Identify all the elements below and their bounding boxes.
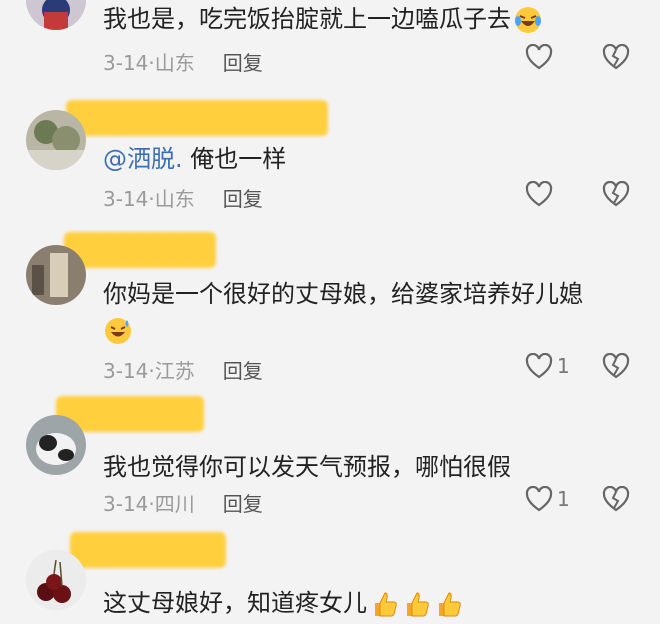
comment-location: 山东 [154,51,195,75]
comment-text: 这丈母娘好，知道疼女儿 [103,586,463,620]
dislike-button[interactable] [602,353,630,379]
comment-emoji-line [103,313,133,347]
redacted-username [70,532,226,568]
broken-heart-icon [602,181,630,207]
like-button[interactable]: 1 [525,353,570,379]
broken-heart-icon [602,353,630,379]
thumbs-up-emoji [433,589,463,619]
laughing-crying-emoji [513,5,543,35]
heart-outline-icon [525,44,553,70]
dislike-button[interactable] [602,44,630,70]
comment-body: 这丈母娘好，知道疼女儿 [103,589,367,617]
comment-body: 俺也一样 [182,145,287,173]
sweat-smile-emoji [103,316,133,346]
comment-text: 你妈是一个很好的丈母娘，给婆家培养好儿媳 [103,277,583,311]
heart-outline-icon [525,486,553,512]
comment-meta: 3-14·山东 回复 [103,183,263,212]
like-button[interactable] [525,44,557,70]
like-count: 1 [557,487,570,511]
like-button[interactable]: 1 [525,486,570,512]
avatar[interactable] [26,415,86,475]
heart-outline-icon [525,353,553,379]
reply-button[interactable]: 回复 [223,492,263,516]
comment-meta: 3-14·江苏 回复 [103,355,263,384]
comment-body: 我也是，吃完饭抬腚就上一边嗑瓜子去 [103,5,511,33]
reply-button[interactable]: 回复 [223,187,263,211]
comment-location: 江苏 [154,359,195,383]
thumbs-up-emoji [369,589,399,619]
comment-text: 我也是，吃完饭抬腚就上一边嗑瓜子去 [103,2,543,36]
avatar[interactable] [26,245,86,305]
reply-button[interactable]: 回复 [223,359,263,383]
comment-location: 山东 [154,187,195,211]
dislike-button[interactable] [602,486,630,512]
heart-outline-icon [525,181,553,207]
comment-date: 3-14 [103,492,149,516]
comment-date: 3-14 [103,187,149,211]
comment-meta: 3-14·山东 回复 [103,47,263,76]
broken-heart-icon [602,44,630,70]
avatar[interactable] [26,550,86,610]
comment-text: @洒脱. 俺也一样 [103,142,286,176]
avatar[interactable] [26,0,86,30]
like-count: 1 [557,354,570,378]
redacted-username [66,100,328,136]
redacted-username [64,232,216,268]
comment-text: 我也觉得你可以发天气预报，哪怕很假 [103,450,511,484]
comment-body: 我也觉得你可以发天气预报，哪怕很假 [103,453,511,481]
comment-meta: 3-14·四川 回复 [103,488,263,517]
comment-date: 3-14 [103,359,149,383]
broken-heart-icon [602,486,630,512]
avatar[interactable] [26,110,86,170]
like-button[interactable] [525,181,557,207]
thumbs-up-emoji [401,589,431,619]
comment-body: 你妈是一个很好的丈母娘，给婆家培养好儿媳 [103,280,583,308]
reply-button[interactable]: 回复 [223,51,263,75]
comment-location: 四川 [154,492,195,516]
mention-link[interactable]: @洒脱. [103,145,183,173]
comment-date: 3-14 [103,51,149,75]
dislike-button[interactable] [602,181,630,207]
